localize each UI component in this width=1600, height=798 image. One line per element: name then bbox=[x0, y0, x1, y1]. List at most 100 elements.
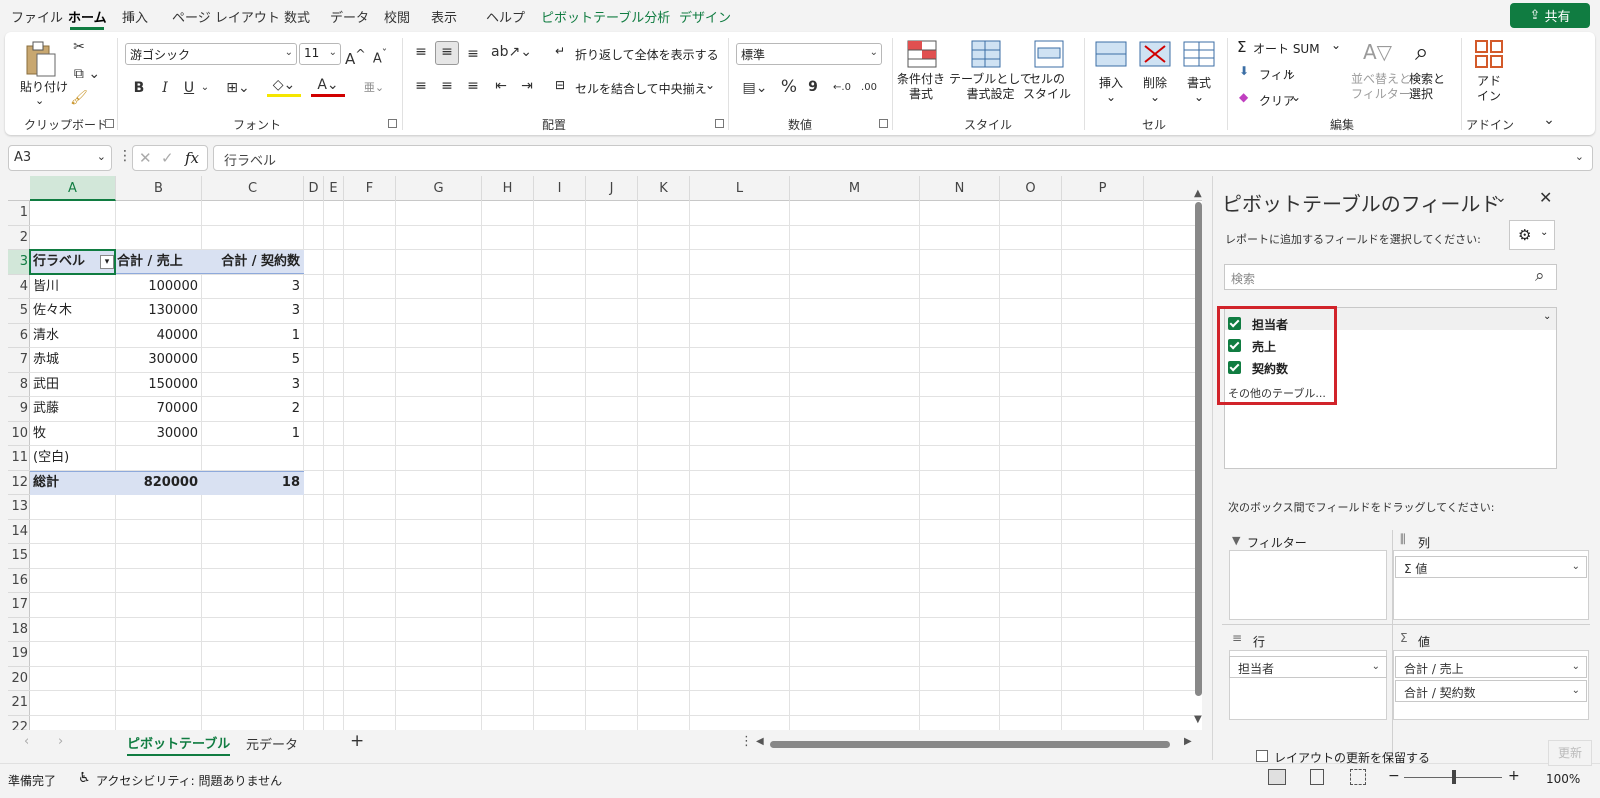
menu-formulas[interactable]: 数式 bbox=[284, 7, 310, 26]
worksheet-grid[interactable]: ABCDEFGHIJKLMNOP 1 2 3 4 5 6 7 8 9 10 11 12 13 14 15 16… bbox=[8, 176, 1202, 730]
column-header-g[interactable]: G bbox=[396, 176, 482, 201]
accessibility-icon[interactable]: ♿ bbox=[78, 770, 91, 786]
sheet-tab-pivot[interactable]: ピボットテーブル bbox=[127, 733, 231, 756]
phonetic-icon[interactable]: 亜⌄ bbox=[359, 78, 389, 98]
pivot-cell-contracts[interactable]: 2 bbox=[205, 397, 303, 421]
sheet-tab-source[interactable]: 元データ bbox=[246, 734, 298, 753]
conditional-formatting-button[interactable]: 条件付き 書式 bbox=[897, 38, 947, 108]
column-header-l[interactable]: L bbox=[690, 176, 790, 201]
row-header-2[interactable]: 2 bbox=[8, 226, 30, 250]
pivot-row-label[interactable]: 皆川 bbox=[33, 275, 115, 299]
decrease-decimal-icon[interactable]: .00 bbox=[857, 78, 881, 98]
increase-decimal-icon[interactable]: ←.0 bbox=[831, 78, 853, 98]
chevron-down-icon[interactable]: ⌄ bbox=[1495, 190, 1507, 206]
insert-cells-button[interactable]: 挿入 ⌄ bbox=[1091, 38, 1131, 108]
pivot-cell-sales[interactable]: 70000 bbox=[119, 397, 201, 421]
pivot-row-label[interactable]: 佐々木 bbox=[33, 299, 115, 323]
row-header-20[interactable]: 20 bbox=[8, 667, 30, 691]
percent-button[interactable]: % bbox=[779, 77, 799, 97]
pivot-row-label[interactable]: 赤城 bbox=[33, 348, 115, 372]
field-search-input[interactable]: 検索 ⌕ bbox=[1224, 264, 1557, 290]
zoom-level[interactable]: 100% bbox=[1546, 772, 1580, 786]
borders-icon[interactable]: ⊞⌄ bbox=[223, 78, 253, 98]
format-painter-icon[interactable]: 🖌 bbox=[69, 88, 89, 108]
row-header-12[interactable]: 12 bbox=[8, 471, 30, 495]
column-header-p[interactable]: P bbox=[1062, 176, 1144, 201]
row-header-15[interactable]: 15 bbox=[8, 544, 30, 569]
rows-item-tantousha[interactable]: 担当者 ⌄ bbox=[1229, 656, 1387, 678]
column-header-e[interactable]: E bbox=[324, 176, 344, 201]
menu-review[interactable]: 校閲 bbox=[384, 7, 410, 26]
normal-view-icon[interactable] bbox=[1268, 769, 1286, 785]
menu-data[interactable]: データ bbox=[330, 7, 369, 26]
vertical-scrollbar[interactable]: ▲ ▼ bbox=[1192, 188, 1206, 730]
pivot-header-sum-contracts[interactable]: 合計 / 契約数 bbox=[205, 250, 303, 274]
column-header-m[interactable]: M bbox=[790, 176, 920, 201]
number-format-combo[interactable]: 標準 ⌄ bbox=[736, 43, 882, 65]
values-item-keiyakusu[interactable]: 合計 / 契約数 ⌄ bbox=[1395, 680, 1587, 702]
menu-file[interactable]: ファイル bbox=[11, 7, 63, 26]
pivot-row-label[interactable]: (空白) bbox=[33, 446, 115, 470]
page-layout-view-icon[interactable] bbox=[1310, 769, 1324, 785]
bold-button[interactable]: B bbox=[131, 78, 147, 98]
paste-button[interactable]: 貼り付け ⌄ bbox=[17, 38, 68, 108]
name-box[interactable]: A3 ⌄ bbox=[8, 145, 112, 171]
pivot-total-contracts[interactable]: 18 bbox=[205, 471, 303, 495]
scroll-down-icon[interactable]: ▼ bbox=[1194, 714, 1202, 725]
pivot-cell-sales[interactable]: 150000 bbox=[119, 373, 201, 397]
delete-cells-button[interactable]: 削除 ⌄ bbox=[1135, 38, 1175, 108]
row-header-17[interactable]: 17 bbox=[8, 593, 30, 618]
close-icon[interactable]: ✕ bbox=[1539, 188, 1552, 207]
increase-indent-icon[interactable]: ⇥ bbox=[517, 76, 537, 96]
zoom-out-button[interactable]: − bbox=[1388, 768, 1400, 784]
pivot-row-label[interactable]: 清水 bbox=[33, 324, 115, 348]
font-launcher-icon[interactable] bbox=[388, 119, 397, 128]
columns-item-values[interactable]: Σ 値 ⌄ bbox=[1395, 556, 1587, 578]
scroll-left-icon[interactable]: ◀ bbox=[756, 736, 764, 747]
fill-color-icon[interactable]: ◇⌄ bbox=[267, 76, 301, 97]
font-name-combo[interactable]: 游ゴシック ⌄ bbox=[125, 43, 297, 65]
row-header-5[interactable]: 5 bbox=[8, 299, 30, 324]
row-header-9[interactable]: 9 bbox=[8, 397, 30, 422]
menu-design[interactable]: デザイン bbox=[679, 7, 731, 26]
column-header-b[interactable]: B bbox=[116, 176, 202, 201]
next-sheet-icon[interactable]: › bbox=[58, 734, 63, 749]
comma-button[interactable]: 9 bbox=[805, 77, 821, 97]
align-bottom-icon[interactable]: ≡ bbox=[463, 44, 483, 64]
pivot-cell-sales[interactable] bbox=[119, 446, 201, 470]
horizontal-scrollbar[interactable]: ◀ ▶ bbox=[756, 736, 1204, 750]
copy-icon[interactable]: ⧉ ⌄ bbox=[69, 64, 105, 84]
row-header-18[interactable]: 18 bbox=[8, 618, 30, 642]
align-right-icon[interactable]: ≡ bbox=[463, 76, 483, 96]
row-header-7[interactable]: 7 bbox=[8, 348, 30, 373]
row-header-6[interactable]: 6 bbox=[8, 324, 30, 348]
menu-home[interactable]: ホーム bbox=[68, 7, 107, 26]
prev-sheet-icon[interactable]: ‹ bbox=[24, 734, 29, 749]
chevron-down-icon[interactable]: ⌄ bbox=[199, 78, 211, 98]
more-options-icon[interactable]: ⋮ bbox=[740, 734, 753, 749]
menu-pivot-analyze[interactable]: ピボットテーブル分析 bbox=[541, 7, 670, 26]
values-item-uriage[interactable]: 合計 / 売上 ⌄ bbox=[1395, 656, 1587, 678]
add-sheet-button[interactable]: + bbox=[350, 731, 364, 751]
pivot-cell-contracts[interactable]: 1 bbox=[205, 324, 303, 348]
menu-help[interactable]: ヘルプ bbox=[486, 7, 525, 26]
clipboard-launcher-icon[interactable] bbox=[105, 119, 114, 128]
pivot-row-label[interactable]: 武藤 bbox=[33, 397, 115, 421]
row-header-10[interactable]: 10 bbox=[8, 422, 30, 446]
number-launcher-icon[interactable] bbox=[879, 119, 888, 128]
accounting-format-icon[interactable]: ▤⌄ bbox=[738, 78, 772, 98]
more-options-icon[interactable]: ⋮ bbox=[118, 148, 132, 164]
format-cells-button[interactable]: 書式 ⌄ bbox=[1179, 38, 1219, 108]
align-middle-icon[interactable]: ≡ bbox=[435, 41, 459, 65]
row-header-14[interactable]: 14 bbox=[8, 520, 30, 544]
update-button[interactable]: 更新 bbox=[1548, 740, 1592, 766]
column-header-h[interactable]: H bbox=[482, 176, 534, 201]
pivot-total-label[interactable]: 総計 bbox=[33, 471, 115, 495]
zoom-in-button[interactable]: + bbox=[1508, 768, 1520, 784]
pivot-cell-contracts[interactable]: 3 bbox=[205, 299, 303, 323]
pivot-cell-sales[interactable]: 100000 bbox=[119, 275, 201, 299]
font-size-combo[interactable]: 11 ⌄ bbox=[299, 43, 341, 65]
find-select-button[interactable]: ⌕ 検索と 選択 bbox=[1407, 38, 1453, 108]
sort-filter-button[interactable]: A▽ 並べ替えと フィルター bbox=[1349, 38, 1411, 108]
font-color-icon[interactable]: A⌄ bbox=[311, 76, 345, 97]
